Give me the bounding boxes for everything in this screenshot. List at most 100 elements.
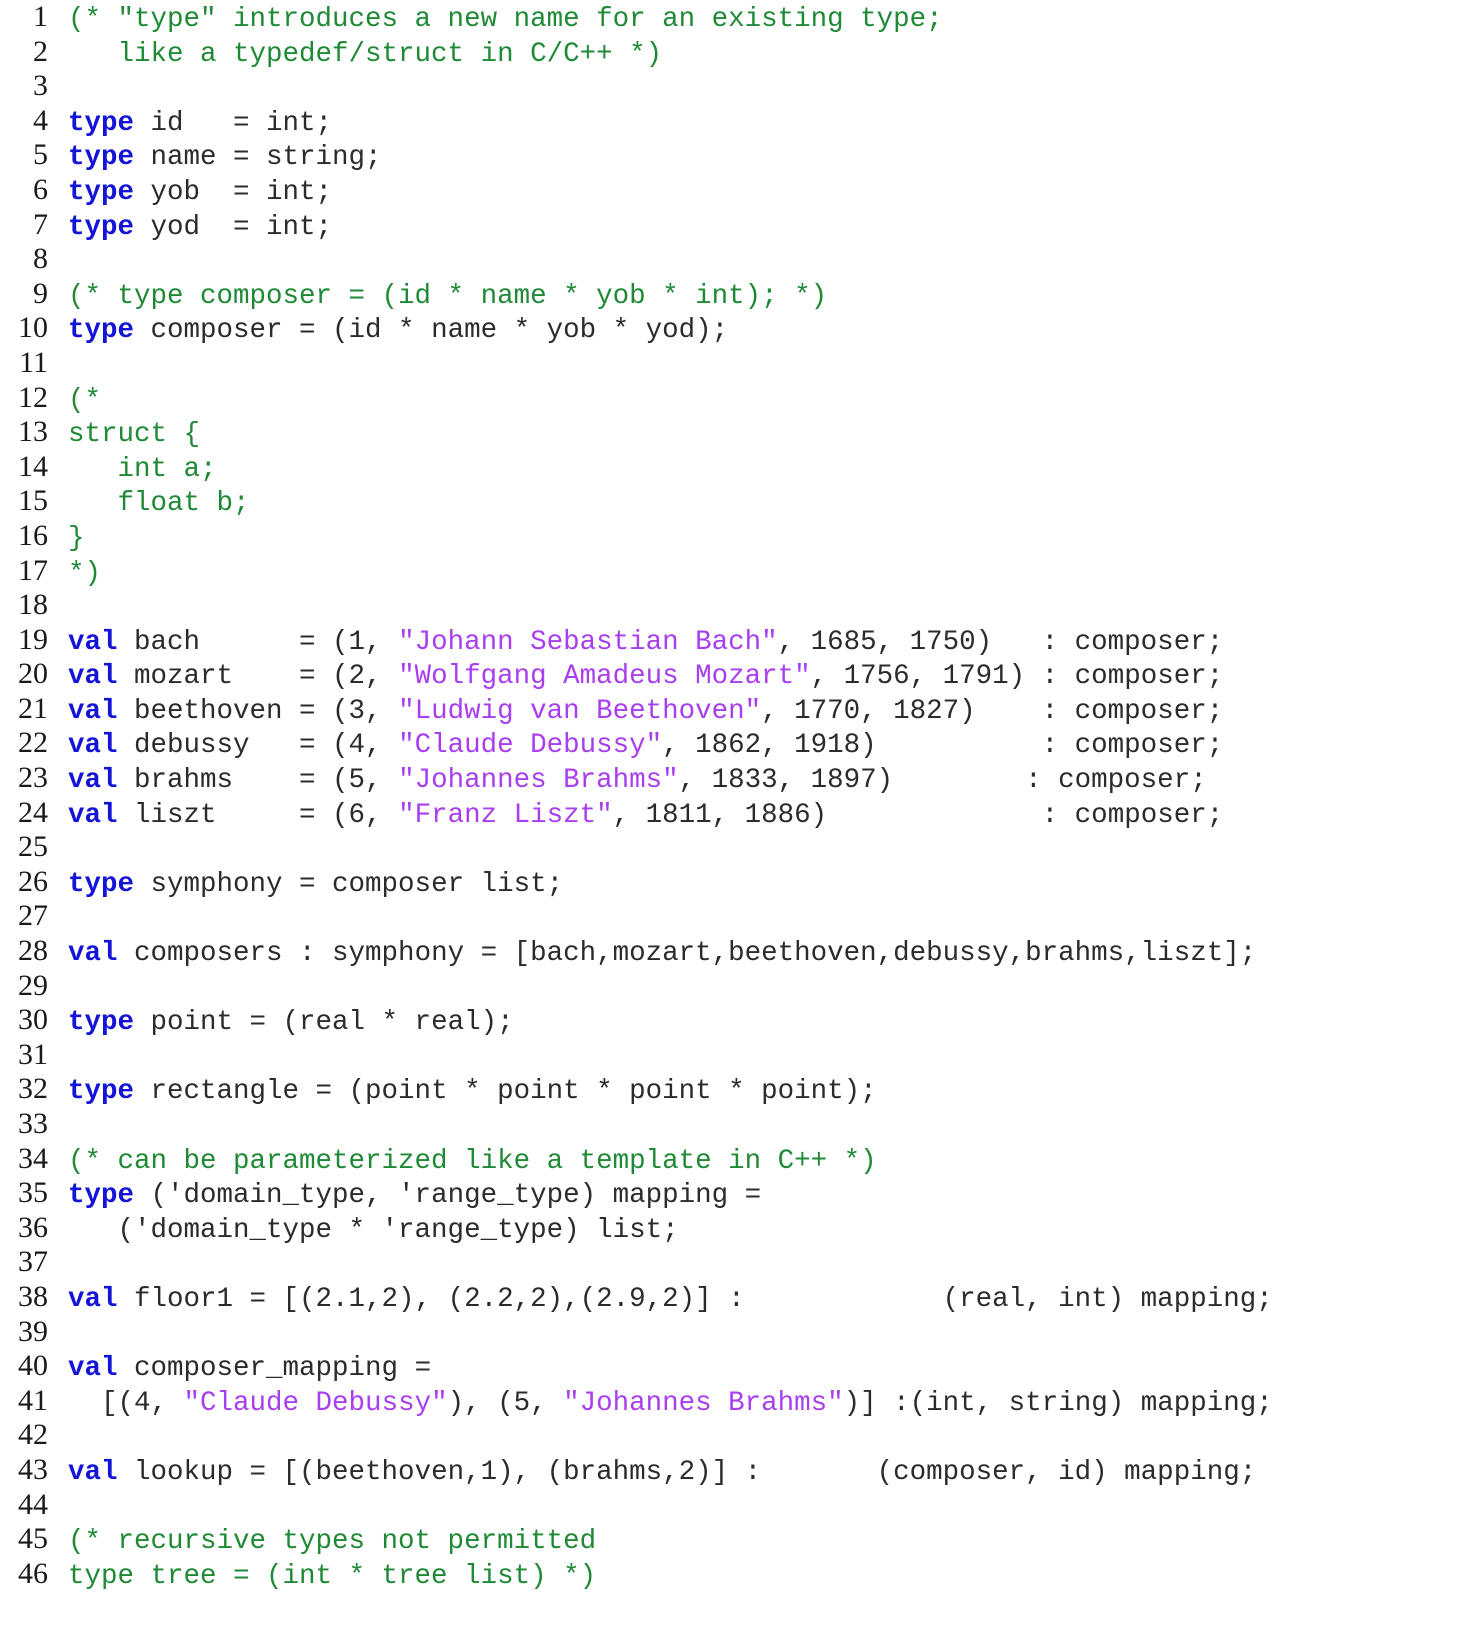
line-content[interactable]: struct { [48,418,1470,453]
line-content[interactable]: ('domain_type * 'range_type) list; [48,1214,1470,1249]
line-content[interactable]: int a; [48,453,1470,488]
token-plain: beethoven = (3, [117,695,399,727]
code-line[interactable]: 9 (* type composer = (id * name * yob * i… [0,277,1470,312]
line-content[interactable]: (* [48,384,1470,419]
code-line[interactable]: 20 val mozart = (2, "Wolfgang Amadeus Moz… [0,657,1470,692]
code-line[interactable]: 11 [0,346,1470,381]
line-content[interactable]: val composer_mapping = [48,1352,1470,1387]
code-line[interactable]: 39 [0,1315,1470,1350]
code-line[interactable]: 23 val brahms = (5, "Johannes Brahms", 18… [0,761,1470,796]
code-line[interactable]: 30 type point = (real * real); [0,1003,1470,1038]
code-line[interactable]: 8 [0,242,1470,277]
line-content[interactable]: val brahms = (5, "Johannes Brahms", 1833… [48,764,1470,799]
code-line[interactable]: 35 type ('domain_type, 'range_type) mappi… [0,1176,1470,1211]
code-line[interactable]: 26 type symphony = composer list; [0,865,1470,900]
line-content[interactable] [48,902,1470,937]
code-line[interactable]: 33 [0,1107,1470,1142]
line-content[interactable]: val mozart = (2, "Wolfgang Amadeus Mozar… [48,660,1470,695]
line-content[interactable]: val beethoven = (3, "Ludwig van Beethove… [48,695,1470,730]
code-line[interactable]: 22 val debussy = (4, "Claude Debussy", 18… [0,726,1470,761]
line-content[interactable] [48,1491,1470,1526]
code-line[interactable]: 27 [0,899,1470,934]
line-content[interactable]: type ('domain_type, 'range_type) mapping… [48,1179,1470,1214]
code-line[interactable]: 19 val bach = (1, "Johann Sebastian Bach"… [0,623,1470,658]
line-content[interactable]: type yod = int; [48,211,1470,246]
code-line[interactable]: 41 [(4, "Claude Debussy"), (5, "Johannes… [0,1384,1470,1419]
token-plain: ('domain_type, 'range_type) mapping = [134,1180,762,1212]
line-content[interactable]: [(4, "Claude Debussy"), (5, "Johannes Br… [48,1387,1470,1422]
code-line[interactable]: 25 [0,830,1470,865]
line-content[interactable]: (* "type" introduces a new name for an e… [48,3,1470,38]
line-content[interactable] [48,72,1470,107]
code-line[interactable]: 43 val lookup = [(beethoven,1), (brahms,2… [0,1453,1470,1488]
code-line[interactable]: 44 [0,1488,1470,1523]
code-line[interactable]: 15 float b; [0,484,1470,519]
line-content[interactable]: val floor1 = [(2.1,2), (2.2,2),(2.9,2)] … [48,1283,1470,1318]
code-line[interactable]: 28 val composers : symphony = [bach,mozar… [0,934,1470,969]
line-content[interactable] [48,1110,1470,1145]
code-line[interactable]: 40 val composer_mapping = [0,1349,1470,1384]
code-line[interactable]: 34 (* can be parameterized like a templat… [0,1142,1470,1177]
line-content[interactable]: val bach = (1, "Johann Sebastian Bach", … [48,626,1470,661]
line-content[interactable]: (* recursive types not permitted [48,1525,1470,1560]
code-line[interactable]: 31 [0,1038,1470,1073]
code-line[interactable]: 4 type id = int; [0,104,1470,139]
code-line[interactable]: 3 [0,69,1470,104]
line-content[interactable] [48,349,1470,384]
line-content[interactable]: type tree = (int * tree list) *) [48,1560,1470,1595]
code-line[interactable]: 13 struct { [0,415,1470,450]
code-line[interactable]: 18 [0,588,1470,623]
line-content[interactable] [48,1248,1470,1283]
code-line[interactable]: 42 [0,1418,1470,1453]
line-number: 18 [18,588,48,622]
line-content[interactable]: *) [48,557,1470,592]
code-line[interactable]: 37 [0,1245,1470,1280]
line-content[interactable]: type rectangle = (point * point * point … [48,1075,1470,1110]
code-line[interactable]: 17 *) [0,554,1470,589]
line-content[interactable]: type point = (real * real); [48,1006,1470,1041]
code-line[interactable]: 46 type tree = (int * tree list) *) [0,1557,1470,1592]
line-content[interactable]: val lookup = [(beethoven,1), (brahms,2)]… [48,1456,1470,1491]
code-line[interactable]: 10 type composer = (id * name * yob * yod… [0,311,1470,346]
line-content[interactable]: type composer = (id * name * yob * yod); [48,314,1470,349]
line-number: 41 [18,1383,48,1417]
line-number: 14 [18,449,48,483]
code-line[interactable]: 14 int a; [0,450,1470,485]
code-line[interactable]: 29 [0,969,1470,1004]
line-number: 23 [18,761,48,795]
code-line[interactable]: 2 like a typedef/struct in C/C++ *) [0,35,1470,70]
code-line[interactable]: 21 val beethoven = (3, "Ludwig van Beetho… [0,692,1470,727]
code-line[interactable]: 5 type name = string; [0,138,1470,173]
line-number: 32 [18,1072,48,1106]
line-content[interactable] [48,1041,1470,1076]
line-number: 6 [33,172,48,206]
line-content[interactable]: float b; [48,487,1470,522]
code-line[interactable]: 36 ('domain_type * 'range_type) list; [0,1211,1470,1246]
line-content[interactable]: type name = string; [48,141,1470,176]
line-content[interactable]: val debussy = (4, "Claude Debussy", 1862… [48,729,1470,764]
line-content[interactable]: type yob = int; [48,176,1470,211]
code-line[interactable]: 7 type yod = int; [0,208,1470,243]
line-content[interactable]: type id = int; [48,107,1470,142]
line-content[interactable]: (* type composer = (id * name * yob * in… [48,280,1470,315]
code-line[interactable]: 32 type rectangle = (point * point * poin… [0,1072,1470,1107]
line-content[interactable] [48,972,1470,1007]
code-line[interactable]: 38 val floor1 = [(2.1,2), (2.2,2),(2.9,2)… [0,1280,1470,1315]
line-content[interactable] [48,245,1470,280]
code-line[interactable]: 6 type yob = int; [0,173,1470,208]
line-content[interactable]: (* can be parameterized like a template … [48,1145,1470,1180]
code-line[interactable]: 12 (* [0,381,1470,416]
line-content[interactable] [48,1318,1470,1353]
line-content[interactable]: val composers : symphony = [bach,mozart,… [48,937,1470,972]
line-content[interactable]: val liszt = (6, "Franz Liszt", 1811, 188… [48,799,1470,834]
code-line[interactable]: 24 val liszt = (6, "Franz Liszt", 1811, 1… [0,796,1470,831]
line-content[interactable] [48,833,1470,868]
line-content[interactable]: } [48,522,1470,557]
line-content[interactable]: type symphony = composer list; [48,868,1470,903]
code-line[interactable]: 45 (* recursive types not permitted [0,1522,1470,1557]
line-content[interactable] [48,1421,1470,1456]
code-line[interactable]: 16} [0,519,1470,554]
code-line[interactable]: 1 (* "type" introduces a new name for an … [0,0,1470,35]
line-content[interactable] [48,591,1470,626]
line-content[interactable]: like a typedef/struct in C/C++ *) [48,38,1470,73]
